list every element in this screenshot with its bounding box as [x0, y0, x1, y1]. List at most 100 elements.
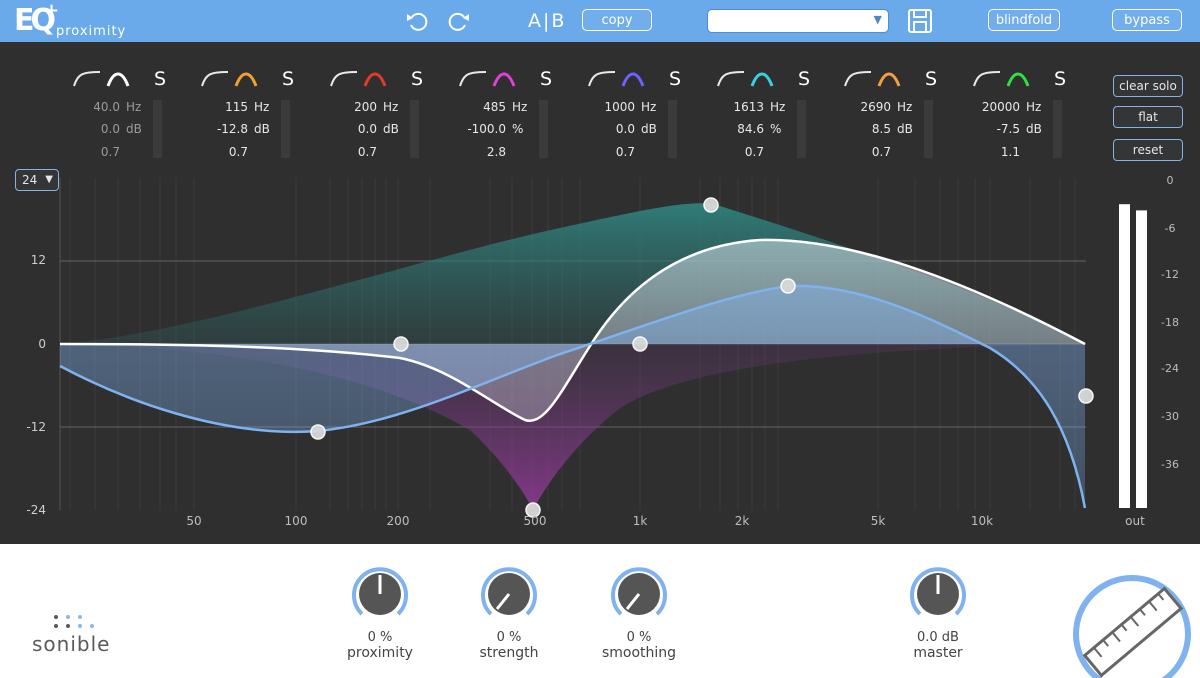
logo-dots-icon — [54, 615, 94, 628]
band-parameter-panel: S 40.0 Hz 0.0 dB 0.7 S 115 Hz -12.8 dB 0.7 S 200 Hz 0.0… — [60, 62, 1100, 172]
meter-scale-label: -12 — [1161, 268, 1179, 281]
band-freq-value: 1613 — [733, 100, 764, 114]
band-1[interactable]: S 40.0 Hz 0.0 dB 0.7 — [60, 62, 188, 162]
logo-plus: + — [44, 0, 60, 21]
band-8[interactable]: S 20000 Hz -7.5 dB 1.1 — [960, 62, 1088, 162]
filter-shape-icon[interactable] — [972, 68, 1042, 90]
solo-button[interactable]: S — [925, 68, 937, 90]
proximity-label: proximity — [347, 645, 413, 661]
redo-icon[interactable] — [444, 8, 472, 34]
smoothing-knob[interactable]: 0 % smoothing — [594, 564, 684, 674]
knob-dial-icon — [611, 567, 667, 616]
band-level-meter — [539, 100, 548, 158]
band-freq-value: 2690 — [860, 100, 891, 114]
band-6[interactable]: S 1613 Hz 84.6% 0.7 — [704, 62, 832, 162]
knob-dial-icon — [352, 567, 408, 616]
meter-scale-label: -36 — [1161, 458, 1179, 471]
filter-shape-icon[interactable] — [587, 68, 657, 90]
band-level-meter — [668, 100, 677, 158]
output-meter-label: out — [1125, 514, 1145, 528]
knob-dial-icon — [910, 567, 966, 616]
meter-scale-label: -30 — [1161, 410, 1179, 423]
x-axis-tick-label: 100 — [285, 514, 308, 528]
band-handle[interactable] — [703, 197, 719, 213]
undo-icon[interactable] — [404, 8, 432, 34]
band-level-meter — [281, 100, 290, 158]
solo-button[interactable]: S — [669, 68, 681, 90]
preset-dropdown[interactable]: ▼ — [707, 9, 889, 33]
solo-button[interactable]: S — [282, 68, 294, 90]
band-gain-unit: % — [770, 122, 782, 136]
meter-scale-label: -24 — [1161, 362, 1179, 375]
band-3[interactable]: S 200 Hz 0.0 dB 0.7 — [317, 62, 445, 162]
solo-button[interactable]: S — [1054, 68, 1066, 90]
band-freq-value: 485 — [483, 100, 506, 114]
ruler-badge-icon — [1073, 575, 1191, 678]
band-q-value: 0.7 — [871, 145, 891, 159]
x-axis-tick-label: 500 — [524, 514, 547, 528]
bypass-button[interactable]: bypass — [1112, 9, 1182, 31]
band-7[interactable]: S 2690 Hz 8.5 dB 0.7 — [831, 62, 959, 162]
ab-compare-toggle[interactable]: A|B — [528, 10, 566, 32]
band-q-value: 0.7 — [228, 145, 248, 159]
smoothing-value: 0 % — [626, 630, 652, 645]
band-gain-unit: dB — [1026, 122, 1042, 136]
chevron-down-icon: ▼ — [873, 13, 882, 26]
band-gain-value: -7.5 — [996, 122, 1020, 136]
solo-button[interactable]: S — [411, 68, 423, 90]
strength-knob[interactable]: 0 % strength — [464, 564, 554, 674]
smoothing-label: smoothing — [601, 645, 677, 661]
reset-button[interactable]: reset — [1113, 139, 1183, 161]
graph-fills — [60, 203, 1085, 510]
band-freq-unit: Hz — [383, 100, 399, 114]
copy-button[interactable]: copy — [582, 9, 652, 31]
band-5[interactable]: S 1000 Hz 0.0 dB 0.7 — [575, 62, 703, 162]
solo-button[interactable]: S — [154, 68, 166, 90]
band-handle[interactable] — [1078, 388, 1094, 404]
band-2[interactable]: S 115 Hz -12.8 dB 0.7 — [188, 62, 316, 162]
band-freq-value: 1000 — [604, 100, 635, 114]
band-4[interactable]: S 485 Hz -100.0% 2.8 — [446, 62, 574, 162]
band-handle[interactable] — [393, 336, 409, 352]
blindfold-button[interactable]: blindfold — [988, 9, 1060, 31]
band-level-meter — [924, 100, 933, 158]
band-gain-unit: dB — [254, 122, 270, 136]
band-freq-value: 200 — [354, 100, 377, 114]
x-axis-tick-label: 200 — [387, 514, 410, 528]
filter-shape-icon[interactable] — [843, 68, 913, 90]
band-freq-unit: Hz — [126, 100, 142, 114]
band-handle[interactable] — [780, 278, 796, 294]
x-axis-tick-label: 10k — [971, 514, 993, 528]
band-gain-unit: dB — [641, 122, 657, 136]
band-gain-value: -100.0 — [467, 122, 506, 136]
filter-shape-icon[interactable] — [458, 68, 528, 90]
band-q-value: 0.7 — [357, 145, 377, 159]
x-axis-tick-label: 50 — [186, 514, 201, 528]
filter-shape-icon[interactable] — [200, 68, 270, 90]
clear-solo-button[interactable]: clear solo — [1113, 75, 1183, 97]
eq-graph[interactable]: 12 0 -12 -24 50 100 200 500 1k 2k 5k 10k 0 -6 -12 -18 -… — [0, 168, 1200, 540]
filter-shape-icon[interactable] — [716, 68, 786, 90]
save-icon[interactable] — [907, 8, 933, 34]
band-q-value: 1.1 — [1000, 145, 1020, 159]
solo-button[interactable]: S — [798, 68, 810, 90]
band-q-value: 0.7 — [615, 145, 635, 159]
band-freq-value: 40.0 — [93, 100, 120, 114]
band-gain-value: 0.0 — [615, 122, 635, 136]
master-knob[interactable]: 0.0 dB master — [893, 564, 983, 674]
band-freq-unit: Hz — [1026, 100, 1042, 114]
band-level-meter — [797, 100, 806, 158]
band-freq-value: 20000 — [981, 100, 1020, 114]
band-level-meter — [153, 100, 162, 158]
band-handle[interactable] — [632, 336, 648, 352]
filter-shape-icon[interactable] — [329, 68, 399, 90]
band-handle[interactable] — [310, 424, 326, 440]
master-value: 0.0 dB — [917, 630, 959, 645]
flat-button[interactable]: flat — [1113, 106, 1183, 128]
band-gain-unit: % — [512, 122, 524, 136]
sonible-logo: sonible — [30, 612, 140, 662]
filter-shape-icon[interactable] — [72, 68, 142, 90]
solo-button[interactable]: S — [540, 68, 552, 90]
proximity-knob[interactable]: 0 % proximity — [335, 564, 425, 674]
x-axis-tick-label: 2k — [735, 514, 750, 528]
